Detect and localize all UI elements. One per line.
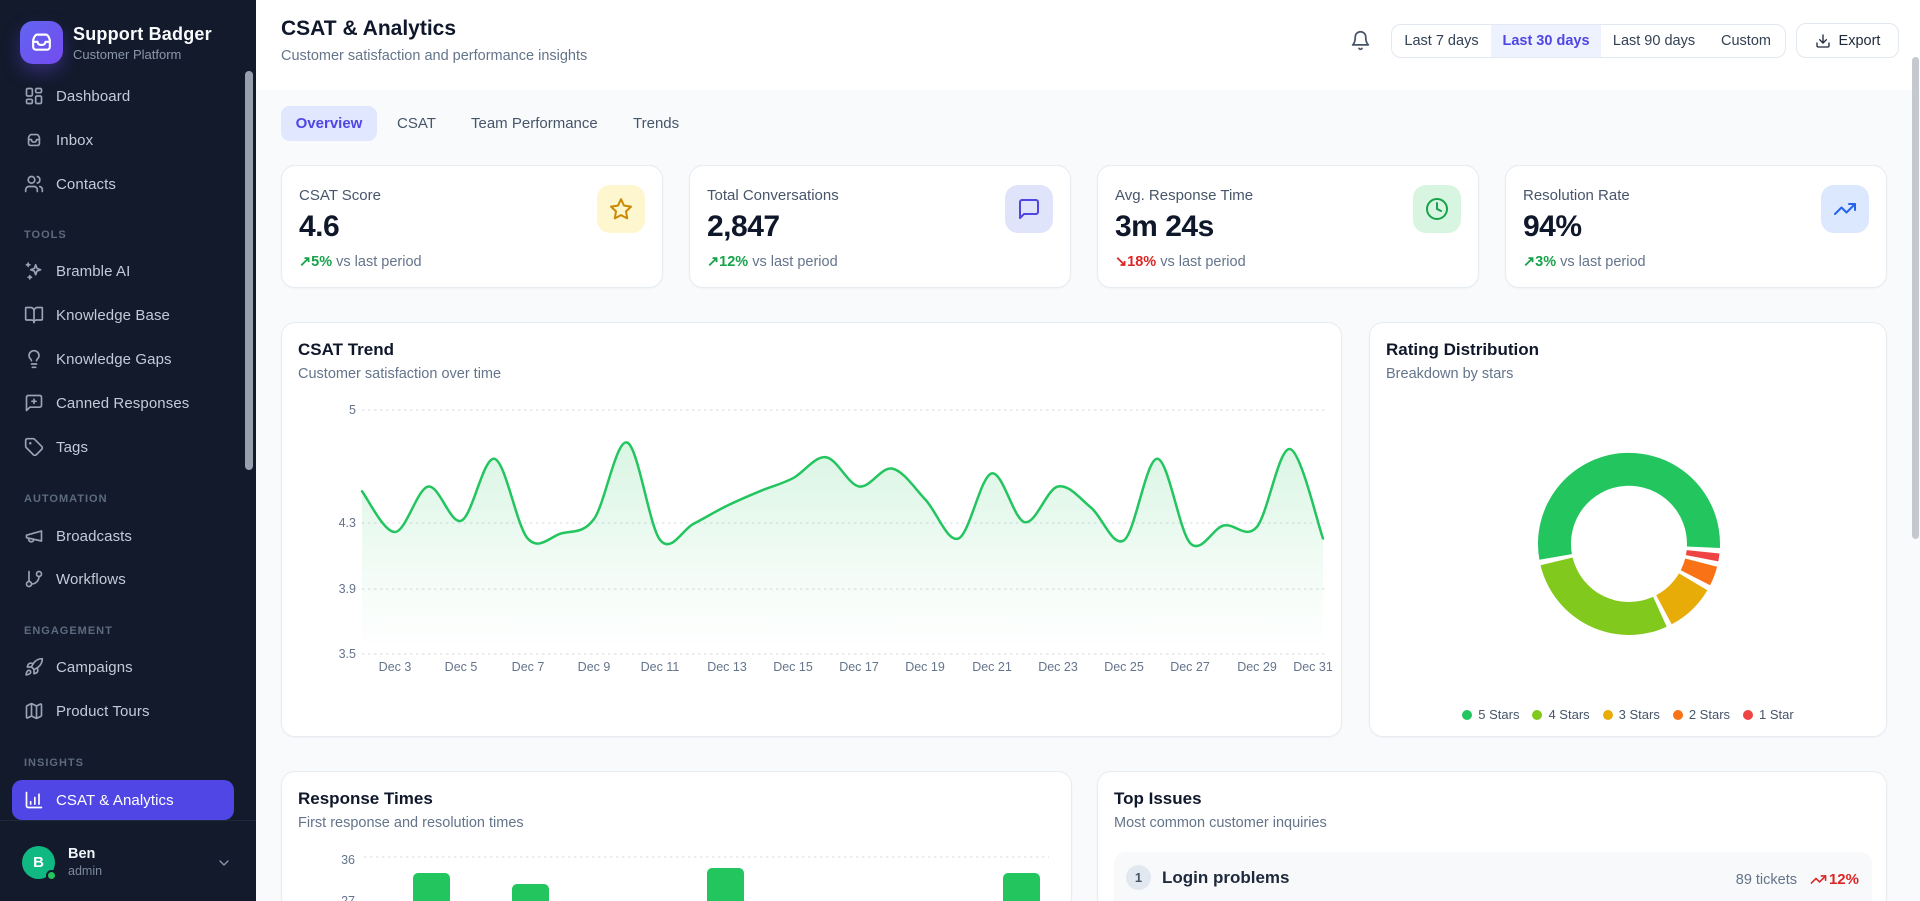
svg-text:Dec 3: Dec 3 bbox=[379, 660, 412, 674]
svg-text:Dec 23: Dec 23 bbox=[1038, 660, 1078, 674]
svg-text:Dec 19: Dec 19 bbox=[905, 660, 945, 674]
svg-text:5: 5 bbox=[349, 403, 356, 417]
svg-text:Dec 31: Dec 31 bbox=[1293, 660, 1333, 674]
svg-text:Dec 7: Dec 7 bbox=[512, 660, 545, 674]
svg-text:Dec 9: Dec 9 bbox=[578, 660, 611, 674]
svg-text:Dec 11: Dec 11 bbox=[641, 660, 680, 674]
svg-text:Dec 13: Dec 13 bbox=[707, 660, 747, 674]
svg-text:Dec 27: Dec 27 bbox=[1170, 660, 1210, 674]
svg-text:36: 36 bbox=[341, 853, 355, 867]
svg-text:3.9: 3.9 bbox=[339, 582, 356, 596]
svg-text:4.3: 4.3 bbox=[339, 516, 356, 530]
svg-text:Dec 15: Dec 15 bbox=[773, 660, 813, 674]
svg-text:Dec 21: Dec 21 bbox=[972, 660, 1012, 674]
svg-text:Dec 5: Dec 5 bbox=[445, 660, 478, 674]
svg-text:Dec 17: Dec 17 bbox=[839, 660, 879, 674]
svg-text:Dec 29: Dec 29 bbox=[1237, 660, 1277, 674]
svg-text:27: 27 bbox=[341, 894, 355, 901]
svg-text:3.5: 3.5 bbox=[339, 647, 356, 661]
svg-text:Dec 25: Dec 25 bbox=[1104, 660, 1144, 674]
